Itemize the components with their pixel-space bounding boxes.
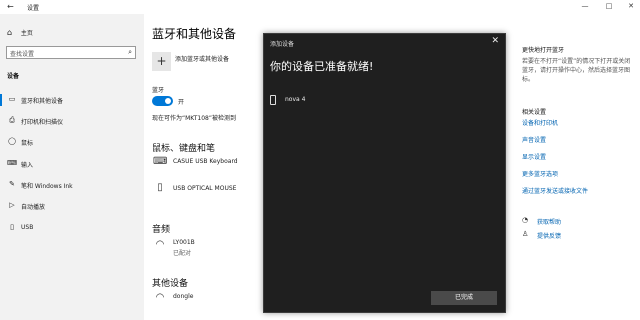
minimize-button[interactable]: — (578, 2, 592, 10)
keyboard-icon: ⌨ (7, 159, 18, 167)
sidebar-item-pen[interactable]: ✎ 笔和 Windows Ink (0, 177, 144, 193)
add-device-dialog: 添加设备 ✕ 你的设备已准备就绪! nova 4 已完成 (263, 33, 506, 313)
dialog-close-icon[interactable]: ✕ (491, 36, 499, 46)
home-label: 主页 (20, 30, 33, 37)
pen-icon: ✎ (9, 180, 15, 188)
sidebar-item-usb[interactable]: ▯ USB (0, 220, 144, 236)
feedback-icon: ♙ (522, 230, 529, 238)
toggle-state-label: 开 (178, 99, 185, 106)
headphones-icon: ◠ (155, 292, 165, 303)
give-feedback-link[interactable]: 提供反馈 (537, 231, 561, 240)
active-indicator (0, 94, 2, 106)
sidebar-item-typing[interactable]: ⌨ 输入 (0, 156, 144, 172)
link-devices-printers[interactable]: 设备和打印机 (522, 118, 558, 127)
maximize-button[interactable]: □ (602, 2, 616, 10)
faster-bluetooth-text: 若要在不打开“设置”的情况下打开或关闭蓝牙，请打开操作中心，然后选择蓝牙图标。 (522, 58, 631, 83)
device-status: 已配对 (173, 250, 192, 257)
phone-icon (270, 95, 276, 105)
headphones-icon: ◠ (155, 239, 165, 250)
printer-icon: ⎙ (9, 116, 15, 124)
mouse-keyboard-section-title: 鼠标、键盘和笔 (152, 144, 216, 154)
toggle-knob (165, 98, 171, 104)
bluetooth-toggle[interactable] (152, 96, 173, 106)
add-device-button[interactable]: + (152, 52, 171, 71)
usb-icon: ▯ (10, 223, 14, 231)
keyboard-icon: ⌨ (153, 156, 168, 167)
sidebar-item-autoplay[interactable]: ▷ 自动播放 (0, 198, 144, 214)
link-more-bluetooth-options[interactable]: 更多蓝牙选项 (522, 169, 558, 178)
sidebar-item-bluetooth[interactable]: ▭ 蓝牙和其他设备 (0, 92, 144, 108)
link-send-receive-files[interactable]: 通过蓝牙发送或接收文件 (522, 186, 588, 195)
back-arrow-icon[interactable]: ← (7, 2, 14, 11)
sidebar-item-label: USB (21, 224, 34, 231)
link-sound-settings[interactable]: 声音设置 (522, 135, 546, 144)
search-icon: ⌕ (128, 48, 132, 56)
search-placeholder: 查找设置 (10, 51, 35, 58)
sidebar-item-label: 自动播放 (21, 204, 46, 211)
section-label-devices: 设备 (7, 73, 20, 80)
sidebar-item-mouse[interactable]: ◯ 鼠标 (0, 134, 144, 150)
page-title: 蓝牙和其他设备 (152, 27, 237, 41)
sidebar-item-label: 笔和 Windows Ink (21, 183, 73, 190)
window-title: 设置 (27, 5, 40, 12)
title-bar: ← 设置 — □ ✕ (0, 0, 640, 14)
paired-device-name: nova 4 (285, 96, 306, 103)
sidebar-item-label: 打印机和扫描仪 (21, 119, 64, 126)
device-name[interactable]: CASUE USB Keyboard (173, 158, 238, 165)
sidebar: ⌂ 主页 查找设置 ⌕ 设备 ▭ 蓝牙和其他设备 ⎙ 打印机和扫描仪 ◯ 鼠标 … (0, 14, 144, 320)
search-input[interactable]: 查找设置 ⌕ (6, 46, 136, 59)
bluetooth-label: 蓝牙 (152, 87, 165, 94)
device-name[interactable]: USB OPTICAL MOUSE (173, 185, 236, 192)
sidebar-item-label: 蓝牙和其他设备 (21, 98, 64, 105)
device-name[interactable]: dongle (173, 293, 193, 300)
faster-bluetooth-title: 更快地打开蓝牙 (522, 47, 565, 54)
close-button[interactable]: ✕ (624, 2, 638, 10)
sidebar-item-label: 鼠标 (21, 140, 34, 147)
plus-icon: + (156, 54, 167, 68)
add-device-label[interactable]: 添加蓝牙或其他设备 (175, 54, 229, 63)
mouse-icon: ◯ (8, 137, 16, 145)
get-help-link[interactable]: 获取帮助 (537, 217, 561, 226)
discoverable-text: 现在可作为“MKT108”被检测到 (152, 115, 236, 122)
audio-section-title: 音频 (152, 225, 171, 235)
device-name[interactable]: LY001B (173, 239, 195, 246)
autoplay-icon: ▷ (9, 201, 15, 209)
done-button[interactable]: 已完成 (431, 291, 497, 305)
dialog-title: 添加设备 (270, 41, 295, 48)
home-icon: ⌂ (7, 28, 13, 37)
other-devices-section-title: 其他设备 (152, 279, 189, 289)
related-settings-title: 相关设置 (522, 109, 547, 116)
sidebar-item-label: 输入 (21, 162, 34, 169)
bluetooth-devices-icon: ▭ (8, 95, 16, 103)
sidebar-home[interactable]: ⌂ 主页 (7, 28, 33, 37)
sidebar-item-printers[interactable]: ⎙ 打印机和扫描仪 (0, 113, 144, 129)
link-display-settings[interactable]: 显示设置 (522, 152, 546, 161)
dialog-heading: 你的设备已准备就绪! (270, 60, 374, 73)
help-icon: ◔ (522, 216, 529, 224)
mouse-icon: ▯ (157, 182, 163, 193)
